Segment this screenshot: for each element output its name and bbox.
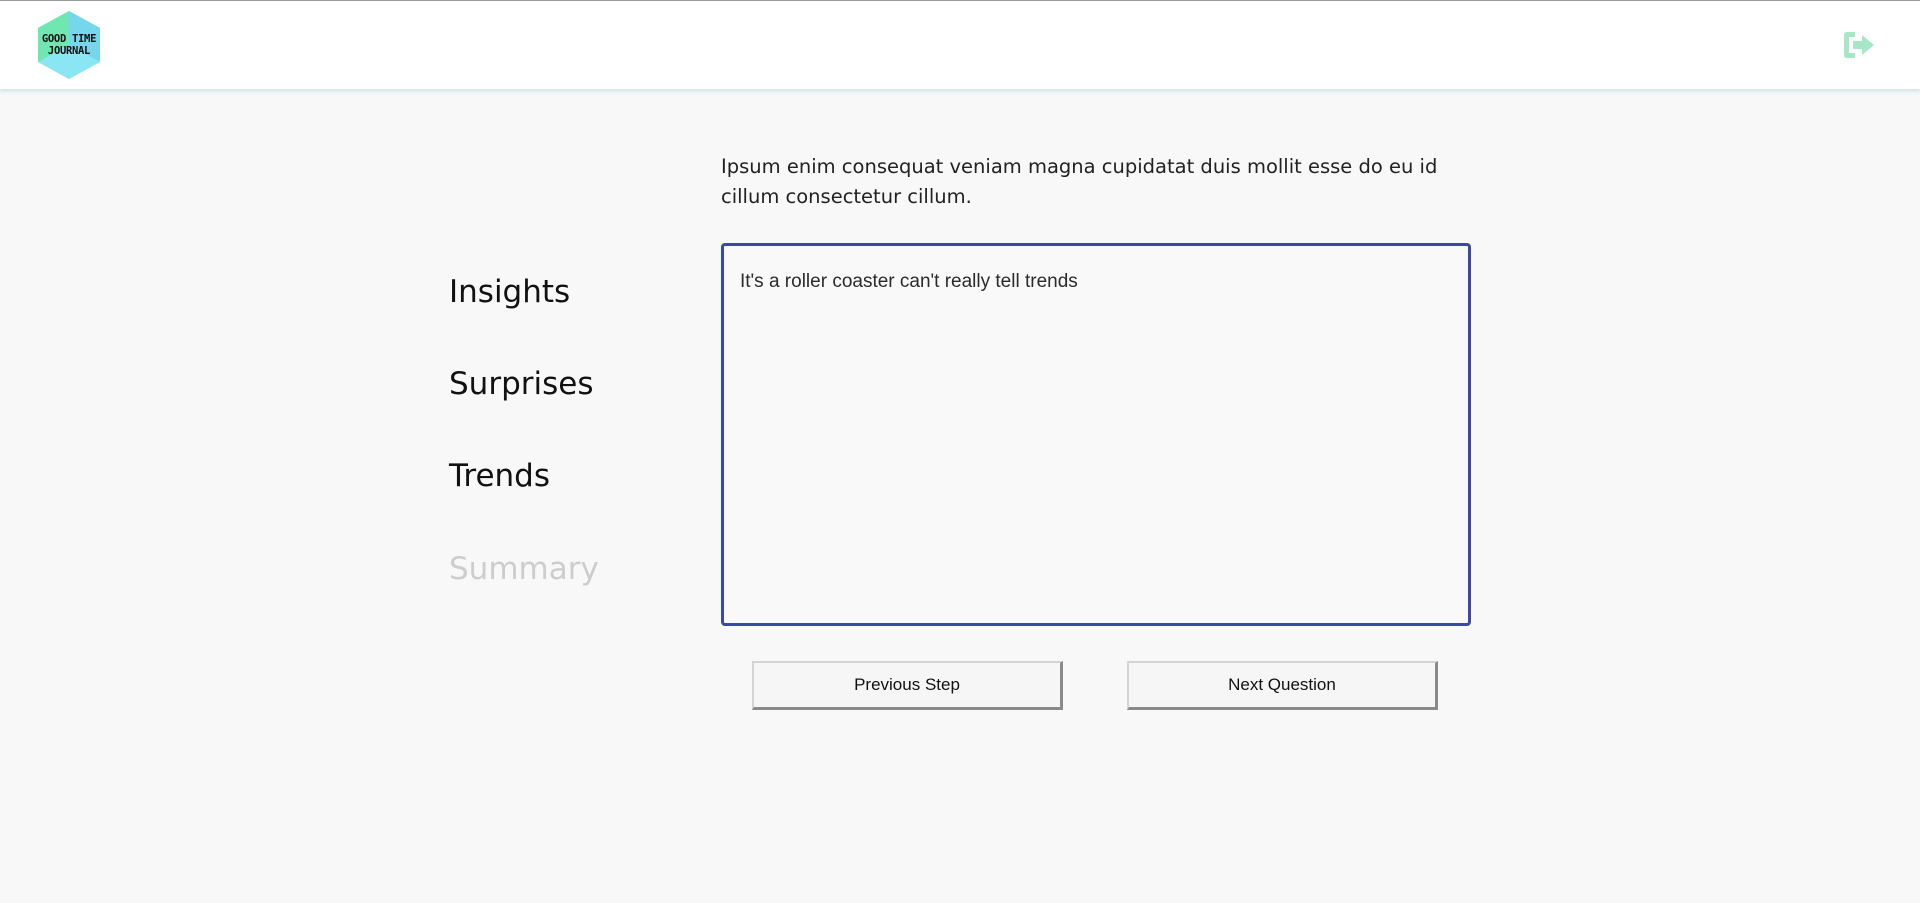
step-summary[interactable]: Summary (449, 551, 599, 587)
next-question-button[interactable]: Next Question (1127, 661, 1438, 710)
previous-step-button[interactable]: Previous Step (752, 661, 1063, 710)
question-prompt: Ipsum enim consequat veniam magna cupida… (721, 155, 1438, 208)
logo-text: GOOD TIME JOURNAL (33, 33, 105, 57)
sign-out-icon (1844, 32, 1874, 58)
step-surprises[interactable]: Surprises (449, 366, 593, 402)
logo-line-2: JOURNAL (47, 45, 91, 57)
logout-button[interactable] (1842, 31, 1876, 59)
good-time-journal-logo[interactable]: GOOD TIME JOURNAL (33, 10, 105, 80)
step-trends[interactable]: Trends (449, 458, 550, 494)
logo-line-1: GOOD TIME (41, 33, 97, 45)
step-insights[interactable]: Insights (449, 274, 570, 310)
top-bar: GOOD TIME JOURNAL (0, 0, 1920, 89)
answer-textarea[interactable] (721, 243, 1471, 626)
